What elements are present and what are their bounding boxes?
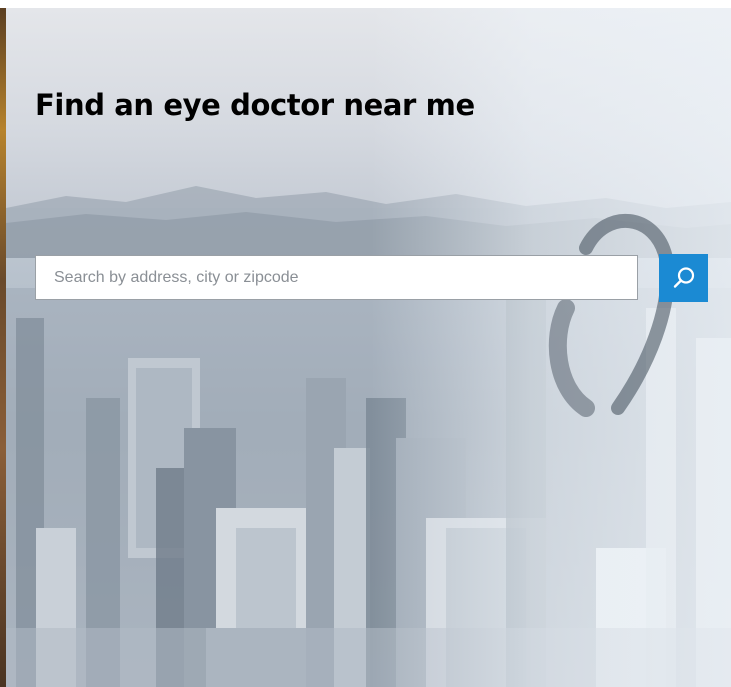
search-icon — [673, 267, 694, 288]
hero-banner: Find an eye doctor near me — [0, 0, 731, 687]
search-input[interactable] — [35, 255, 638, 300]
top-border — [0, 0, 731, 8]
page-title: Find an eye doctor near me — [35, 88, 475, 122]
search-button[interactable] — [659, 254, 708, 302]
